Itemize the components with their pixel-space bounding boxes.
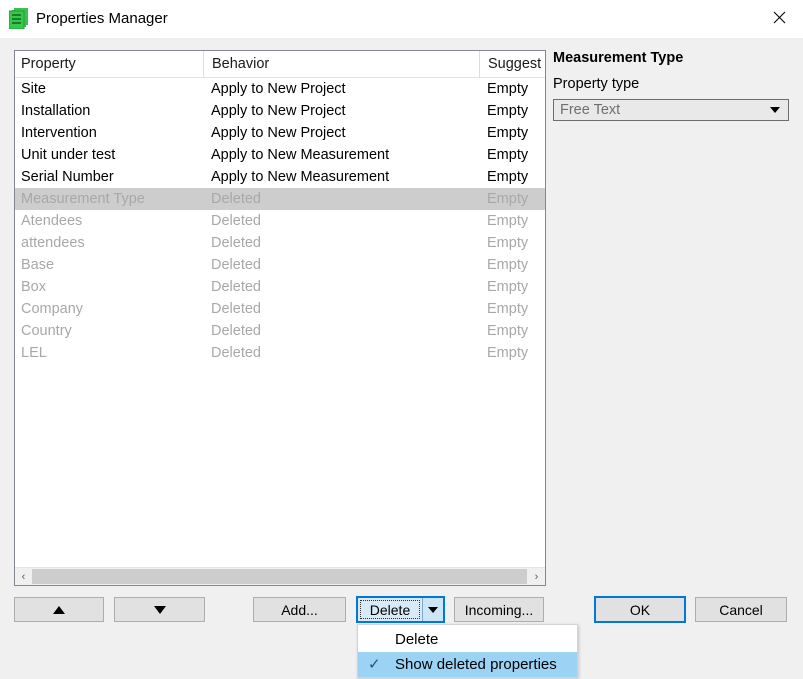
delete-split-button[interactable]: Delete: [356, 596, 445, 623]
cell-suggest: Empty: [487, 166, 546, 188]
horizontal-scrollbar[interactable]: ‹ ›: [15, 567, 545, 585]
table-row[interactable]: AtendeesDeleted Empty: [15, 210, 545, 232]
cell-suggest: Empty: [487, 342, 546, 364]
cell-behavior: Deleted: [211, 320, 479, 342]
table-row[interactable]: CountryDeleted Empty: [15, 320, 545, 342]
move-down-button[interactable]: [114, 597, 205, 622]
scroll-right-icon[interactable]: ›: [528, 568, 545, 585]
table-row[interactable]: BaseDeleted Empty: [15, 254, 545, 276]
property-type-label: Property type: [553, 74, 789, 94]
cell-property: Installation: [21, 100, 207, 122]
table-row[interactable]: BoxDeleted Empty: [15, 276, 545, 298]
close-button[interactable]: [756, 0, 803, 34]
table-row[interactable]: SiteApply to New Project Empty: [15, 78, 545, 100]
cell-behavior: Deleted: [211, 210, 479, 232]
cell-suggest: Empty: [487, 276, 546, 298]
close-icon: [773, 11, 786, 24]
delete-dropdown-toggle[interactable]: [423, 598, 443, 621]
cell-behavior: Apply to New Project: [211, 122, 479, 144]
arrow-up-icon: [53, 606, 65, 614]
chevron-down-icon: [428, 607, 438, 613]
property-type-value: Free Text: [560, 100, 620, 120]
properties-listview[interactable]: Property Behavior Suggest SiteApply to N…: [14, 50, 546, 586]
cell-property: Atendees: [21, 210, 207, 232]
cell-behavior: Deleted: [211, 188, 479, 210]
cell-behavior: Apply to New Project: [211, 78, 479, 100]
property-details-panel: Measurement Type Property type Free Text: [553, 48, 789, 121]
table-row[interactable]: InstallationApply to New Project Empty: [15, 100, 545, 122]
cell-property: Serial Number: [21, 166, 207, 188]
ok-button[interactable]: OK: [594, 596, 686, 623]
table-row[interactable]: InterventionApply to New Project Empty: [15, 122, 545, 144]
table-row[interactable]: CompanyDeleted Empty: [15, 298, 545, 320]
cell-behavior: Apply to New Measurement: [211, 166, 479, 188]
menu-item-label: Show deleted properties: [395, 656, 557, 673]
cell-behavior: Deleted: [211, 232, 479, 254]
cell-behavior: Apply to New Project: [211, 100, 479, 122]
cell-property: Base: [21, 254, 207, 276]
window-title: Properties Manager: [36, 8, 168, 29]
delete-dropdown-menu[interactable]: Delete ✓ Show deleted properties: [357, 624, 578, 678]
cell-suggest: Empty: [487, 100, 546, 122]
arrow-down-icon: [154, 606, 166, 614]
scrollbar-thumb[interactable]: [32, 569, 527, 584]
cell-property: Measurement Type: [21, 188, 207, 210]
add-button[interactable]: Add...: [253, 597, 346, 622]
cell-property: Intervention: [21, 122, 207, 144]
property-type-select[interactable]: Free Text: [553, 99, 789, 121]
incoming-button[interactable]: Incoming...: [454, 597, 544, 622]
listview-header: Property Behavior Suggest: [15, 51, 545, 78]
cell-behavior: Deleted: [211, 298, 479, 320]
table-row[interactable]: Serial NumberApply to New Measurement Emp…: [15, 166, 545, 188]
selected-property-title: Measurement Type: [553, 48, 789, 68]
table-row[interactable]: attendeesDeleted Empty: [15, 232, 545, 254]
check-icon: ✓: [368, 652, 381, 677]
cell-property: LEL: [21, 342, 207, 364]
scroll-left-icon[interactable]: ‹: [15, 568, 32, 585]
cell-property: Company: [21, 298, 207, 320]
window-titlebar: Properties Manager: [0, 0, 803, 38]
cell-property: Box: [21, 276, 207, 298]
column-header-behavior[interactable]: Behavior: [203, 51, 480, 77]
chevron-down-icon: [770, 100, 780, 120]
cell-behavior: Deleted: [211, 342, 479, 364]
menu-item[interactable]: ✓ Show deleted properties: [358, 652, 577, 677]
cell-property: attendees: [21, 232, 207, 254]
table-row[interactable]: Unit under testApply to New Measurement E…: [15, 144, 545, 166]
cell-suggest: Empty: [487, 122, 546, 144]
cell-property: Country: [21, 320, 207, 342]
cell-suggest: Empty: [487, 78, 546, 100]
delete-button-label: Delete: [370, 602, 410, 618]
table-row[interactable]: Measurement TypeDeleted Empty: [15, 188, 545, 210]
cell-behavior: Deleted: [211, 254, 479, 276]
cell-suggest: Empty: [487, 188, 546, 210]
menu-item-label: Delete: [395, 631, 438, 648]
cell-behavior: Apply to New Measurement: [211, 144, 479, 166]
listview-rows: SiteApply to New ProjectEmptyInstallatio…: [15, 78, 545, 558]
cell-suggest: Empty: [487, 210, 546, 232]
cell-suggest: Empty: [487, 144, 546, 166]
cell-property: Unit under test: [21, 144, 207, 166]
cell-suggest: Empty: [487, 320, 546, 342]
properties-document-icon: [9, 8, 28, 29]
column-header-suggest[interactable]: Suggest: [479, 51, 546, 77]
move-up-button[interactable]: [14, 597, 104, 622]
table-row[interactable]: LELDeleted Empty: [15, 342, 545, 364]
cell-behavior: Deleted: [211, 276, 479, 298]
cell-suggest: Empty: [487, 254, 546, 276]
menu-item[interactable]: Delete: [358, 627, 577, 652]
cell-suggest: Empty: [487, 232, 546, 254]
cancel-button[interactable]: Cancel: [695, 597, 787, 622]
cell-suggest: Empty: [487, 298, 546, 320]
delete-button[interactable]: Delete: [358, 598, 423, 621]
column-header-property[interactable]: Property: [21, 51, 197, 77]
cell-property: Site: [21, 78, 207, 100]
